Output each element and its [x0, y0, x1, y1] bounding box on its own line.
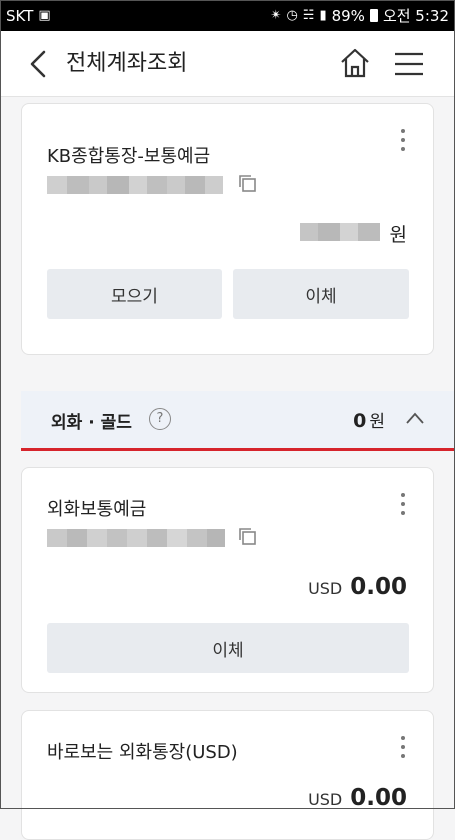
copy-icon[interactable]: [238, 174, 258, 194]
signal-icon: ▮: [319, 8, 327, 23]
battery-percent: 89%: [331, 6, 365, 25]
page-title: 전체계좌조회: [66, 51, 188, 76]
transfer-button[interactable]: 이체: [233, 269, 409, 319]
currency-code: USD: [308, 579, 343, 598]
more-options-icon[interactable]: [399, 129, 407, 155]
fx-account-card: 바로보는 외화통장(USD) USD 0.00: [21, 710, 434, 840]
balance: USD 0.00: [308, 574, 407, 600]
clock: 오전 5:32: [382, 7, 449, 25]
more-options-icon[interactable]: [399, 493, 407, 519]
collect-button[interactable]: 모으기: [47, 269, 222, 319]
app-header: 전체계좌조회: [0, 31, 455, 97]
home-icon[interactable]: [339, 47, 371, 79]
fx-gold-section-header[interactable]: 외화 · 골드 ? 0 원: [21, 391, 455, 451]
help-icon[interactable]: ?: [149, 408, 171, 430]
account-name: KB종합통장-보통예금: [47, 146, 211, 167]
balance-unit: 원: [389, 224, 407, 246]
gallery-notification-icon: ▣: [38, 8, 51, 23]
alarm-icon: ◷: [286, 8, 298, 23]
masked-account-number: [47, 529, 225, 547]
bluetooth-icon: ✴: [270, 8, 282, 23]
masked-balance: [300, 223, 380, 241]
account-name: 바로보는 외화통장(USD): [47, 742, 238, 763]
copy-icon[interactable]: [238, 527, 258, 547]
currency-code: USD: [308, 790, 343, 809]
section-title: 외화 · 골드: [51, 413, 132, 433]
fx-account-card: 외화보통예금 USD 0.00 이체: [21, 467, 434, 693]
section-amount: 0: [353, 410, 367, 432]
section-total: 0 원: [353, 407, 385, 432]
chevron-up-icon[interactable]: [405, 411, 425, 425]
section-unit: 원: [369, 412, 385, 432]
account-card: KB종합통장-보통예금 원 모으기 이체: [21, 103, 434, 355]
hamburger-menu-icon[interactable]: [394, 51, 424, 77]
back-arrow-icon[interactable]: [28, 49, 50, 79]
balance-amount: 0.00: [350, 574, 407, 600]
status-bar: SKT ▣ ✴ ◷ ☵ ▮ 89% 오전 5:32: [0, 0, 455, 31]
more-options-icon[interactable]: [399, 736, 407, 762]
account-name: 외화보통예금: [47, 499, 147, 520]
masked-account-number: [47, 176, 223, 194]
wifi-icon: ☵: [302, 8, 315, 23]
carrier-label: SKT: [6, 6, 34, 25]
balance-amount: 0.00: [350, 785, 407, 811]
transfer-button[interactable]: 이체: [47, 623, 409, 673]
battery-icon: [369, 9, 378, 22]
balance: USD 0.00: [308, 785, 407, 811]
